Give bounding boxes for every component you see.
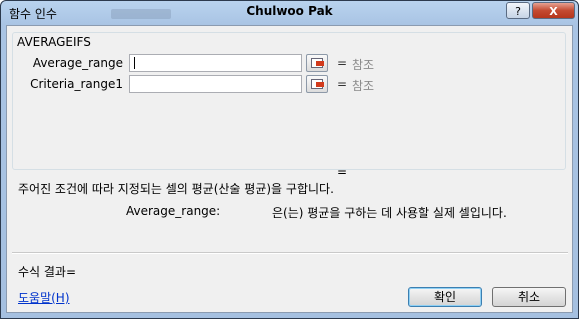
arg-value-average-range: 참조 (352, 58, 375, 72)
divider (12, 252, 568, 254)
cancel-button[interactable]: 취소 (492, 287, 566, 307)
help-link[interactable]: 도움말(H) (18, 289, 70, 306)
function-group (12, 32, 566, 170)
close-icon: X (549, 5, 558, 18)
formula-result-label: 수식 결과= (18, 265, 77, 279)
arg-equals-sign: = (337, 56, 348, 70)
arg-equals-sign: = (337, 77, 348, 91)
average-range-collapse-button[interactable] (306, 54, 328, 72)
criteria-range1-input[interactable] (129, 75, 302, 93)
function-arguments-dialog: 함수 인수 Chulwoo Pak ? X AVERAGEIFS Average… (0, 0, 579, 319)
function-name: AVERAGEIFS (17, 35, 91, 49)
help-icon: ? (515, 5, 521, 18)
arg-description-text: 은(는) 평균을 구하는 데 사용할 실제 셀입니다. (272, 206, 507, 220)
function-description: 주어진 조건에 따라 지정되는 셀의 평균(산술 평균)을 구합니다. (18, 182, 334, 196)
criteria-range1-collapse-button[interactable] (306, 75, 328, 93)
close-button[interactable]: X (532, 2, 575, 19)
function-result-equals: = (337, 165, 348, 179)
dialog-body: AVERAGEIFS Average_range = 참조 Criteria_r… (6, 25, 573, 313)
ok-button[interactable]: 확인 (408, 287, 482, 307)
arg-value-criteria-range1: 참조 (352, 79, 375, 93)
title-bar[interactable]: 함수 인수 Chulwoo Pak ? X (1, 1, 578, 25)
average-range-input[interactable] (129, 54, 302, 72)
arg-label-criteria-range1: Criteria_range1 (30, 77, 123, 91)
window-owner-title: Chulwoo Pak (246, 4, 333, 18)
help-button[interactable]: ? (506, 2, 530, 19)
arg-label-average-range: Average_range (32, 56, 123, 70)
arg-description-name: Average_range: (126, 204, 221, 218)
text-cursor (134, 57, 135, 69)
